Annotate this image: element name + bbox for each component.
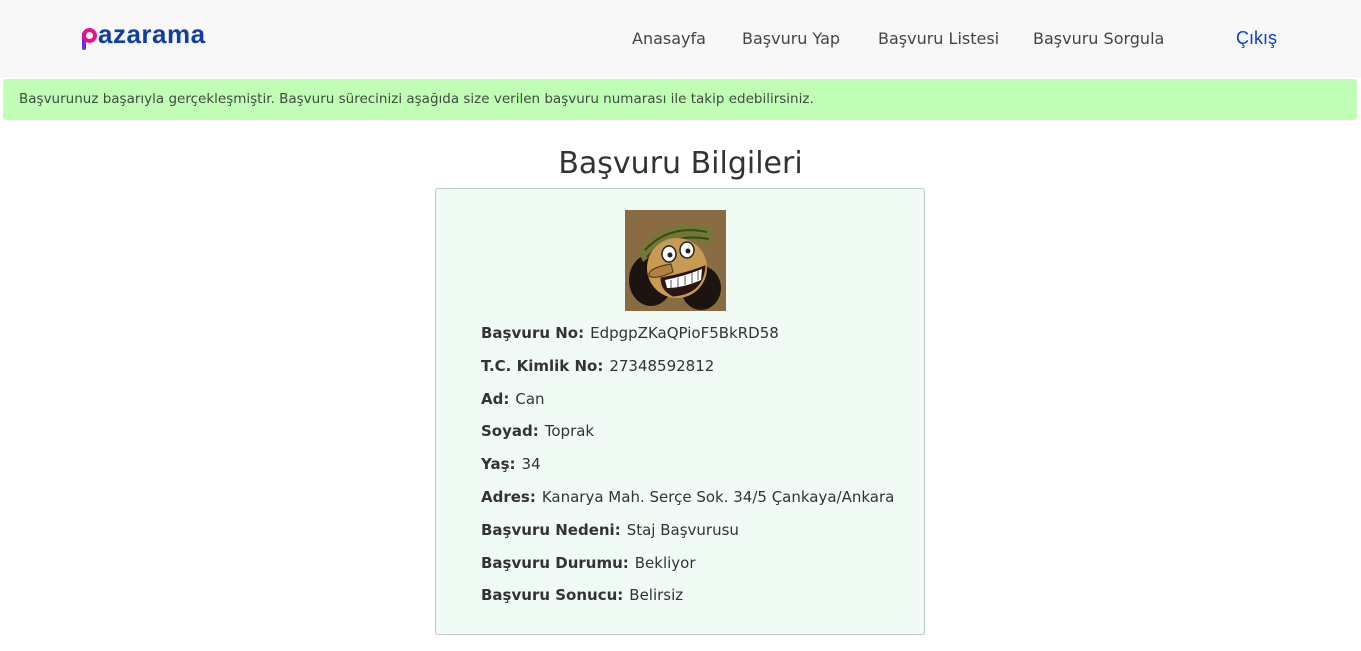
- nav-link-home[interactable]: Anasayfa: [632, 29, 706, 48]
- detail-row-tc-kimlik-no: T.C. Kimlik No: 27348592812: [481, 357, 714, 375]
- applicant-avatar: [625, 210, 726, 311]
- alert-message: Başvurunuz başarıyla gerçekleşmiştir. Ba…: [19, 91, 814, 107]
- detail-label: Ad:: [481, 390, 510, 408]
- detail-value: EdpgpZKaQPioF5BkRD58: [590, 324, 779, 342]
- success-alert: Başvurunuz başarıyla gerçekleşmiştir. Ba…: [3, 79, 1357, 120]
- detail-label: Başvuru Durumu:: [481, 554, 629, 572]
- detail-label: T.C. Kimlik No:: [481, 357, 604, 375]
- brand-logo[interactable]: azarama: [82, 19, 206, 50]
- logout-link[interactable]: Çıkış: [1236, 28, 1277, 49]
- nav-link-application-list[interactable]: Başvuru Listesi: [878, 29, 999, 48]
- top-navbar: azarama Anasayfa Başvuru Yap Başvuru Lis…: [0, 0, 1361, 78]
- detail-row-address: Adres: Kanarya Mah. Serçe Sok. 34/5 Çanka…: [481, 488, 894, 506]
- detail-value: 34: [521, 455, 541, 473]
- detail-value: Belirsiz: [629, 586, 684, 604]
- detail-label: Başvuru Sonucu:: [481, 586, 624, 604]
- nav-link-apply[interactable]: Başvuru Yap: [742, 29, 840, 48]
- detail-row-application-reason: Başvuru Nedeni: Staj Başvurusu: [481, 521, 739, 539]
- detail-label: Yaş:: [481, 455, 516, 473]
- detail-value: Staj Başvurusu: [626, 521, 739, 539]
- logo-p-mark-icon: [82, 22, 97, 50]
- detail-row-application-no: Başvuru No: EdpgpZKaQPioF5BkRD58: [481, 324, 779, 342]
- detail-label: Başvuru No:: [481, 324, 585, 342]
- page-title: Başvuru Bilgileri: [558, 146, 803, 181]
- detail-row-application-result: Başvuru Sonucu: Belirsiz: [481, 586, 683, 604]
- detail-label: Soyad:: [481, 422, 539, 440]
- detail-row-age: Yaş: 34: [481, 455, 541, 473]
- cartoon-face-icon: [625, 210, 726, 311]
- detail-row-application-status: Başvuru Durumu: Bekliyor: [481, 554, 696, 572]
- detail-row-first-name: Ad: Can: [481, 390, 545, 408]
- detail-row-last-name: Soyad: Toprak: [481, 422, 594, 440]
- nav-link-application-query[interactable]: Başvuru Sorgula: [1033, 29, 1164, 48]
- detail-label: Adres:: [481, 488, 536, 506]
- detail-value: Toprak: [544, 422, 595, 440]
- detail-value: Bekliyor: [634, 554, 696, 572]
- detail-value: Kanarya Mah. Serçe Sok. 34/5 Çankaya/Ank…: [541, 488, 895, 506]
- detail-value: Can: [515, 390, 545, 408]
- application-info-card: Başvuru No: EdpgpZKaQPioF5BkRD58 T.C. Kim…: [435, 188, 925, 635]
- logo-text: azarama: [98, 19, 206, 49]
- detail-value: 27348592812: [609, 357, 715, 375]
- detail-label: Başvuru Nedeni:: [481, 521, 621, 539]
